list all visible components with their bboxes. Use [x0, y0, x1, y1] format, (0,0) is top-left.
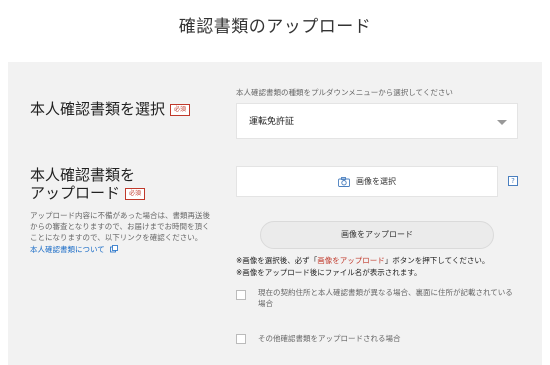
select-image-button[interactable]: 画像を選択: [236, 166, 498, 197]
required-badge: 必須: [125, 187, 146, 200]
upload-description-line: からの審査となりますので、お届けまでお時間を頂く: [30, 222, 210, 231]
upload-document-heading-text: アップロード: [30, 184, 121, 202]
upload-note-text: ※画像を選択後、必ず「: [236, 256, 318, 265]
other-documents-checkbox[interactable]: [236, 334, 246, 344]
other-documents-label: その他確認書類をアップロードされる場合: [258, 334, 401, 343]
document-type-select[interactable]: 運転免許証: [236, 103, 518, 139]
camera-icon: [338, 176, 350, 187]
upload-description-line: ことになりますので、以下リンクを確認ください。: [30, 233, 203, 242]
identity-documents-link[interactable]: 本人確認書類について: [30, 244, 119, 255]
address-mismatch-label-line: 場合: [258, 299, 273, 308]
page-title: 確認書類のアップロード: [178, 17, 372, 37]
address-mismatch-label-line: 現在の契約住所と本人確認書類が異なる場合、裏面に住所が記載されている: [258, 288, 513, 297]
document-type-selected-value: 運転免許証: [249, 117, 295, 127]
upload-note-emphasis: 画像をアップロード: [317, 256, 385, 265]
external-link-icon: [110, 245, 119, 253]
select-hint: 本人確認書類の種類をプルダウンメニューから選択してください: [236, 88, 453, 97]
select-document-heading-text: 本人確認書類を選択: [30, 100, 166, 118]
address-mismatch-label: 現在の契約住所と本人確認書類が異なる場合、裏面に住所が記載されている 場合: [258, 287, 513, 309]
upload-document-heading-line2: アップロード 必須: [30, 183, 146, 203]
address-mismatch-checkbox[interactable]: [236, 290, 246, 300]
required-badge: 必須: [170, 103, 191, 116]
upload-image-button[interactable]: 画像をアップロード: [260, 221, 494, 249]
select-document-heading: 本人確認書類を選択 必須: [30, 99, 191, 119]
upload-document-heading-line1: 本人確認書類を: [30, 166, 136, 184]
help-icon[interactable]: ?: [508, 176, 518, 186]
upload-description-line: アップロード内容に不備があった場合は、書類再送後: [30, 211, 210, 220]
identity-documents-link-label: 本人確認書類について: [30, 245, 105, 254]
upload-description: アップロード内容に不備があった場合は、書類再送後 からの審査となりますので、お届…: [30, 210, 210, 243]
select-image-label: 画像を選択: [356, 177, 396, 186]
upload-note-2: ※画像をアップロード後にファイル名が表示されます。: [236, 268, 422, 277]
upload-note-text: 」ボタンを押下してください。: [384, 256, 490, 265]
chevron-down-icon: [497, 120, 507, 125]
upload-note-1: ※画像を選択後、必ず「画像をアップロード」ボタンを押下してください。: [236, 255, 489, 266]
